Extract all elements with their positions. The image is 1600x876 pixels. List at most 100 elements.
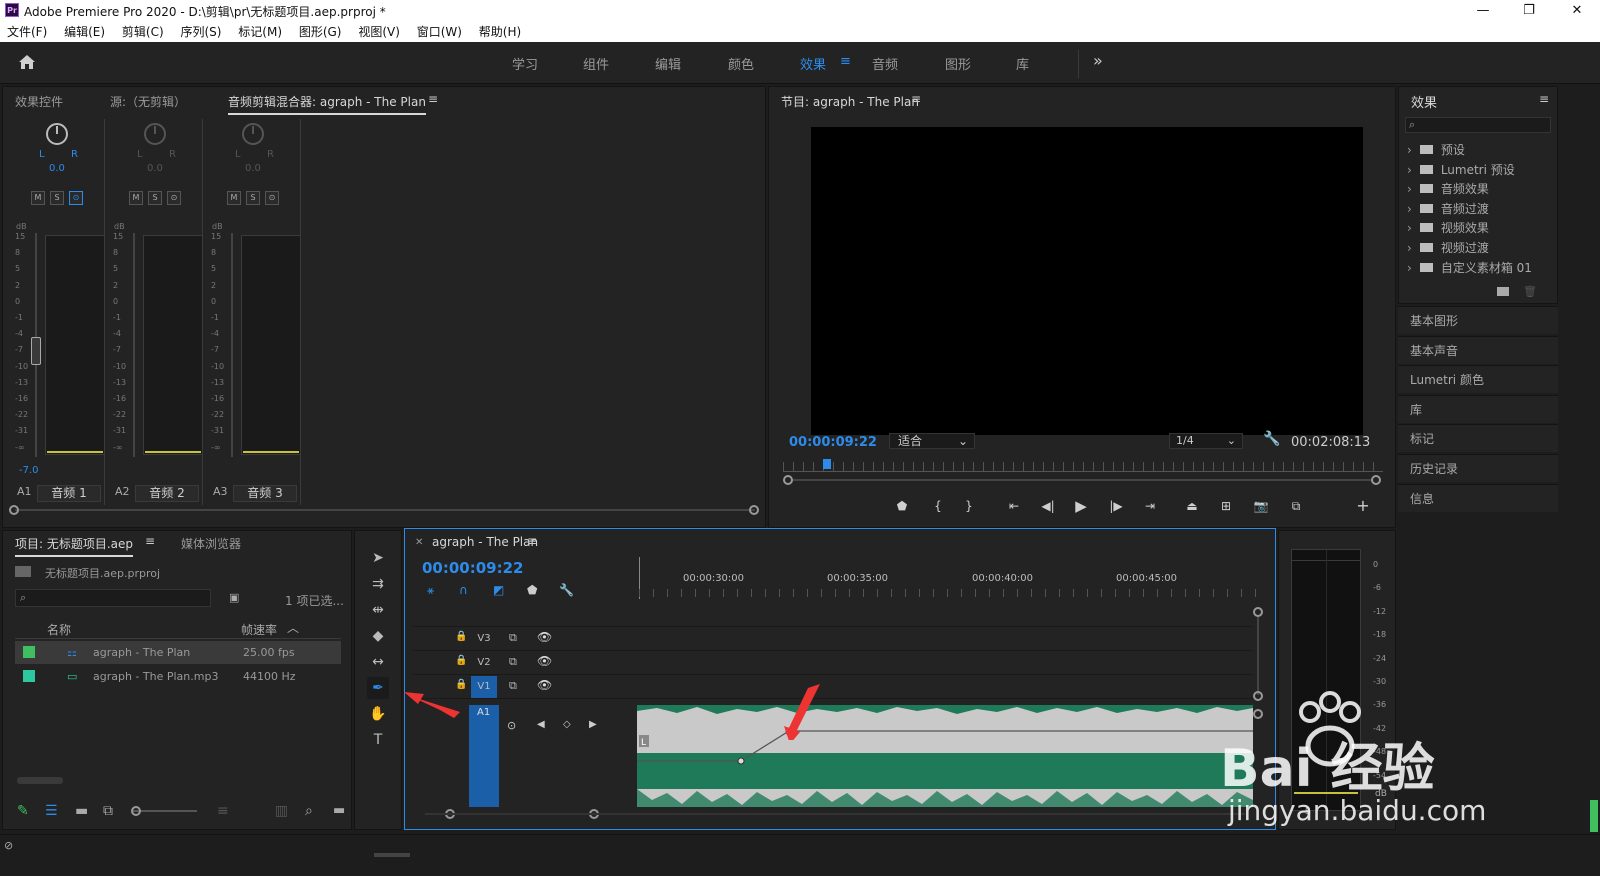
effects-folder-item[interactable]: › 音频过渡 xyxy=(1407,200,1555,218)
pan-knob[interactable] xyxy=(242,123,264,145)
extract-icon[interactable]: ⊞ xyxy=(1217,497,1235,515)
effects-folder-item[interactable]: › Lumetri 预设 xyxy=(1407,161,1555,179)
side-panel-tab[interactable]: 基本声音 xyxy=(1398,335,1558,364)
mute-button[interactable]: M xyxy=(31,191,45,205)
menu-help[interactable]: 帮助(H) xyxy=(479,22,521,42)
find-icon[interactable]: ⌕ xyxy=(305,803,313,819)
fit-dropdown[interactable]: 适合 ⌄ xyxy=(889,433,975,449)
go-to-out-icon[interactable]: ⇥ xyxy=(1141,497,1159,515)
menu-view[interactable]: 视图(V) xyxy=(358,22,400,42)
slip-tool-icon[interactable]: ↔ xyxy=(367,651,389,673)
pan-value[interactable]: 0.0 xyxy=(49,163,65,174)
fader-track[interactable] xyxy=(133,233,135,457)
program-zoom-bar[interactable] xyxy=(793,479,1371,481)
workspace-menu-icon[interactable]: ≡ xyxy=(840,54,851,69)
maximize-button[interactable]: ❐ xyxy=(1506,0,1552,22)
menu-markers[interactable]: 标记(M) xyxy=(238,22,282,42)
column-name[interactable]: 名称 xyxy=(47,621,71,638)
add-marker-icon[interactable]: ⬟ xyxy=(893,497,911,515)
side-panel-tab[interactable]: 库 xyxy=(1398,394,1558,423)
fader-level[interactable]: -7.0 xyxy=(19,465,39,476)
pan-knob[interactable] xyxy=(144,123,166,145)
channel-name[interactable]: 音频 3 xyxy=(233,485,297,502)
effects-folder-item[interactable]: › 自定义素材箱 01 xyxy=(1407,259,1555,277)
side-panel-tab[interactable]: 标记 xyxy=(1398,424,1558,453)
timeline-timecode[interactable]: 00:00:09:22 xyxy=(422,559,524,577)
program-menu-icon[interactable]: ≡ xyxy=(911,92,921,106)
program-timecode[interactable]: 00:00:09:22 xyxy=(789,435,877,450)
side-panel-tab[interactable]: Lumetri 颜色 xyxy=(1398,365,1558,394)
mark-out-icon[interactable]: } xyxy=(960,497,978,515)
program-playhead[interactable] xyxy=(823,459,831,469)
menu-file[interactable]: 文件(F) xyxy=(7,22,47,42)
list-view-icon[interactable]: ☰ xyxy=(45,803,58,819)
track-v3-area[interactable] xyxy=(637,627,1253,651)
solo-button[interactable]: S xyxy=(148,191,162,205)
effects-search-input[interactable]: ⌕ xyxy=(1405,117,1551,133)
effects-folder-item[interactable]: › 预设 xyxy=(1407,141,1555,159)
step-forward-icon[interactable]: |▶ xyxy=(1107,497,1125,515)
workspace-tab-learn[interactable]: 学习 xyxy=(512,54,538,73)
type-tool-icon[interactable]: T xyxy=(367,729,389,751)
minimize-button[interactable]: — xyxy=(1460,0,1506,22)
pen-tool-icon[interactable]: ✒ xyxy=(367,677,389,699)
column-frame-rate[interactable]: 帧速率 xyxy=(241,621,277,638)
go-to-in-icon[interactable]: ⇤ xyxy=(1005,497,1023,515)
automate-icon[interactable]: ▥ xyxy=(275,803,288,819)
workspace-tab-assembly[interactable]: 组件 xyxy=(583,54,609,73)
record-button[interactable]: ⊙ xyxy=(167,191,181,205)
workspace-tab-color[interactable]: 颜色 xyxy=(728,54,754,73)
workspace-tab-effects[interactable]: 效果 xyxy=(800,54,826,73)
icon-view-icon[interactable]: ▬ xyxy=(75,803,88,819)
sequence-tab[interactable]: agraph - The Plan xyxy=(432,535,538,549)
lock-icon[interactable]: 🔒 xyxy=(455,631,467,642)
effects-menu-icon[interactable]: ≡ xyxy=(1539,92,1549,106)
close-sequence-icon[interactable]: ✕ xyxy=(415,537,423,548)
zoom-handle-left[interactable] xyxy=(783,475,793,485)
zoom-slider-handle[interactable] xyxy=(131,806,141,816)
new-bin-icon[interactable]: ▬ xyxy=(333,803,345,818)
delete-icon[interactable]: 🗑 xyxy=(1523,285,1537,298)
v-scroll-handle-top[interactable] xyxy=(1253,607,1263,617)
sort-ascending-icon[interactable]: ︿ xyxy=(287,619,299,636)
sync-lock-icon[interactable]: ⧉ xyxy=(509,631,517,645)
menu-edit[interactable]: 编辑(E) xyxy=(64,22,105,42)
new-bin-icon[interactable] xyxy=(1497,287,1509,296)
label-color-swatch[interactable] xyxy=(23,646,35,658)
export-frame-icon[interactable]: 📷 xyxy=(1252,497,1270,515)
step-back-icon[interactable]: ◀| xyxy=(1039,497,1057,515)
track-target[interactable]: V3 xyxy=(471,628,497,650)
workspace-tab-graphics[interactable]: 图形 xyxy=(945,54,971,73)
solo-button[interactable]: S xyxy=(50,191,64,205)
channel-name[interactable]: 音频 1 xyxy=(37,485,101,502)
wrench-icon[interactable]: 🔧 xyxy=(1263,431,1280,447)
side-panel-tab[interactable]: 历史记录 xyxy=(1398,454,1558,482)
record-button[interactable]: ⊙ xyxy=(265,191,279,205)
mixer-scrollbar[interactable] xyxy=(9,505,761,515)
pencil-icon[interactable]: ✎ xyxy=(17,803,29,819)
zoom-handle-right[interactable] xyxy=(1371,475,1381,485)
more-workspaces-button[interactable]: » xyxy=(1093,51,1103,70)
sort-icon[interactable]: ≡ xyxy=(217,803,229,819)
home-icon[interactable] xyxy=(18,54,36,70)
pan-value[interactable]: 0.0 xyxy=(245,163,261,174)
effects-folder-item[interactable]: › 视频过渡 xyxy=(1407,239,1555,257)
tab-effect-controls[interactable]: 效果控件 xyxy=(15,93,63,110)
project-item-row[interactable]: ⚏ agraph - The Plan 25.00 fps xyxy=(15,641,341,664)
effects-folder-item[interactable]: › 音频效果 xyxy=(1407,180,1555,198)
menu-sequence[interactable]: 序列(S) xyxy=(180,22,221,42)
menu-window[interactable]: 窗口(W) xyxy=(417,22,462,42)
channel-name[interactable]: 音频 2 xyxy=(135,485,199,502)
tab-source[interactable]: 源:（无剪辑） xyxy=(110,93,186,110)
menu-clip[interactable]: 剪辑(C) xyxy=(122,22,164,42)
snap-icon[interactable]: ∩ xyxy=(459,583,468,597)
program-video-frame[interactable] xyxy=(811,127,1363,435)
play-icon[interactable]: ▶ xyxy=(1072,497,1090,515)
zoom-slider[interactable] xyxy=(133,810,197,812)
label-color-swatch[interactable] xyxy=(23,670,35,682)
timeline-settings-icon[interactable]: 🔧 xyxy=(559,583,574,597)
mark-in-icon[interactable]: { xyxy=(929,497,947,515)
freeform-view-icon[interactable]: ⧉ xyxy=(103,803,113,819)
effects-folder-item[interactable]: › 视频效果 xyxy=(1407,219,1555,237)
v-scroll-track[interactable] xyxy=(1257,617,1259,695)
